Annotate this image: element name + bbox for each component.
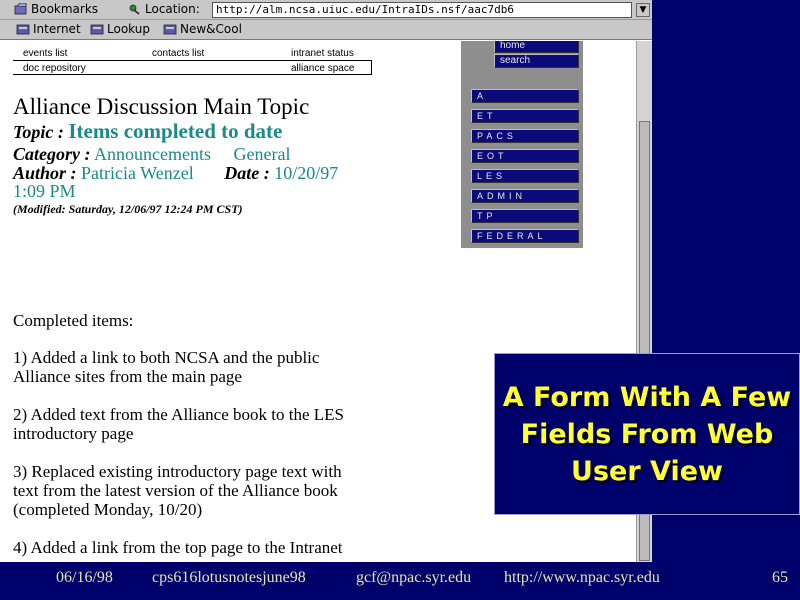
location-label: Location: bbox=[145, 2, 200, 16]
footer-email: gcf@npac.syr.edu bbox=[356, 569, 472, 586]
bookmark-icon bbox=[14, 3, 28, 15]
body-line: 1) Added a link to both NCSA and the pub… bbox=[13, 348, 320, 367]
nav-divider bbox=[13, 60, 371, 61]
author-label: Author : bbox=[13, 163, 77, 183]
body-line: 4) Added a link from the top page to the… bbox=[13, 538, 343, 557]
body-line: Alliance sites from the main page bbox=[13, 367, 242, 386]
body-line: 3) Replaced existing introductory page t… bbox=[13, 462, 342, 481]
page-title: Alliance Discussion Main Topic bbox=[13, 94, 310, 119]
personal-item-newcool[interactable]: New&Cool bbox=[163, 22, 242, 36]
nav-link-events-list[interactable]: events list bbox=[23, 48, 67, 59]
footer-file: cps616lotusnotesjune98 bbox=[152, 569, 306, 586]
bookmarks-label: Bookmarks bbox=[31, 2, 99, 16]
nav-link-doc-repository[interactable]: doc repository bbox=[23, 63, 86, 74]
footer-date: 06/16/98 bbox=[56, 569, 113, 586]
time-field: 1:09 PM bbox=[13, 182, 76, 201]
nav-button-pacs[interactable]: PACS bbox=[471, 129, 579, 143]
category-label: Category : bbox=[13, 144, 91, 164]
location-label-group: Location: bbox=[128, 2, 200, 16]
bookmark-folder-icon bbox=[90, 23, 104, 35]
category-field: Category : Announcements General bbox=[13, 145, 290, 164]
nav-button-home[interactable]: home bbox=[494, 41, 579, 53]
slide-callout: A Form With A Few Fields From Web User V… bbox=[494, 353, 800, 515]
body-line: text from the latest version of the Alli… bbox=[13, 481, 338, 500]
bookmarks-button[interactable]: Bookmarks bbox=[14, 2, 98, 16]
personal-item-label: New&Cool bbox=[180, 22, 242, 36]
slide-footer: 06/16/98 cps616lotusnotesjune98 gcf@npac… bbox=[0, 562, 800, 600]
nav-divider bbox=[13, 74, 371, 75]
date-value: 10/20/97 bbox=[274, 163, 339, 183]
url-dropdown-arrow-icon[interactable]: ▼ bbox=[636, 3, 650, 17]
date-label: Date : bbox=[224, 163, 270, 183]
callout-text: A Form With A Few Fields From Web User V… bbox=[502, 381, 792, 487]
nav-link-intranet-status[interactable]: intranet status bbox=[291, 48, 354, 59]
footer-url: http://www.npac.syr.edu bbox=[504, 569, 660, 586]
nav-button-a[interactable]: A bbox=[471, 89, 579, 103]
nav-link-contacts-list[interactable]: contacts list bbox=[152, 48, 204, 59]
nav-button-les[interactable]: LES bbox=[471, 169, 579, 183]
personal-item-internet[interactable]: Internet bbox=[16, 22, 81, 36]
modified-timestamp: (Modified: Saturday, 12/06/97 12:24 PM C… bbox=[13, 202, 243, 216]
category-value-secondary: General bbox=[233, 144, 291, 164]
bookmark-folder-icon bbox=[163, 23, 177, 35]
time-value: 1:09 PM bbox=[13, 181, 76, 201]
url-input[interactable]: http://alm.ncsa.uiuc.edu/IntraIDs.nsf/aa… bbox=[212, 2, 632, 18]
category-value: Announcements bbox=[94, 144, 211, 164]
location-toolbar: Bookmarks Location: http://alm.ncsa.uiuc… bbox=[0, 0, 652, 20]
side-nav-panel: home search A ET PACS EOT LES ADMIN TP F… bbox=[461, 41, 583, 248]
bookmark-folder-icon bbox=[16, 23, 30, 35]
body-line: introductory page bbox=[13, 424, 134, 443]
nav-divider bbox=[371, 60, 372, 75]
nav-button-search[interactable]: search bbox=[494, 54, 579, 68]
personal-item-label: Internet bbox=[33, 22, 81, 36]
nav-button-tp[interactable]: TP bbox=[471, 209, 579, 223]
personal-item-label: Lookup bbox=[107, 22, 150, 36]
nav-button-eot[interactable]: EOT bbox=[471, 149, 579, 163]
nav-button-admin[interactable]: ADMIN bbox=[471, 189, 579, 203]
nav-button-et[interactable]: ET bbox=[471, 109, 579, 123]
nav-button-federal[interactable]: FEDERAL bbox=[471, 229, 579, 243]
body-line: (completed Monday, 10/20) bbox=[13, 500, 203, 519]
body-line: 2) Added text from the Alliance book to … bbox=[13, 405, 344, 424]
personal-item-lookup[interactable]: Lookup bbox=[90, 22, 150, 36]
footer-page-number: 65 bbox=[772, 569, 788, 586]
nav-link-alliance-space[interactable]: alliance space bbox=[291, 63, 354, 74]
personal-toolbar: Internet Lookup New&Cool bbox=[0, 20, 652, 40]
topic-value: Items completed to date bbox=[68, 119, 283, 143]
location-icon bbox=[128, 3, 142, 15]
body-line: Completed items: bbox=[13, 311, 134, 330]
topic-field: Topic : Items completed to date bbox=[13, 119, 283, 143]
author-value: Patricia Wenzel bbox=[81, 163, 194, 183]
topic-label: Topic : bbox=[13, 122, 64, 142]
